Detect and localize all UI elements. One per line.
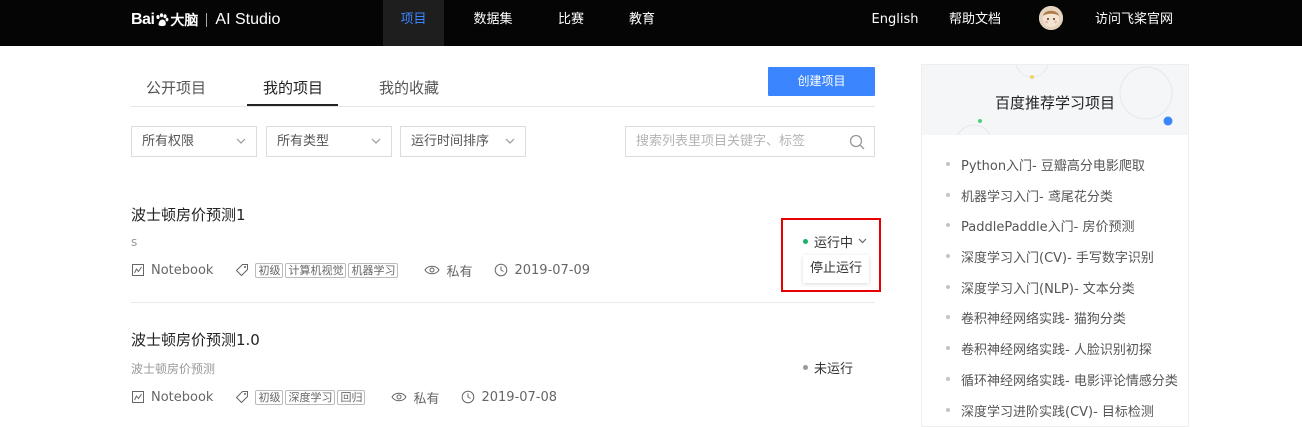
- recommended-project-item[interactable]: 深度学习入门(NLP)- 文本分类: [946, 278, 1178, 309]
- project-visibility: 私有: [413, 391, 440, 407]
- recommended-project-item[interactable]: 深度学习入门(CV)- 手写数字识别: [946, 247, 1178, 278]
- eye-icon: [424, 263, 441, 277]
- recommended-project-label: 深度学习进阶实践(CV)- 目标检测: [961, 404, 1154, 420]
- recommended-project-item[interactable]: 卷积神经网络实践- 猫狗分类: [946, 308, 1178, 339]
- chevron-down-icon: [371, 127, 381, 167]
- logo-dana-text: 大脑: [170, 13, 199, 29]
- recommended-panel-title: 百度推荐学习项目: [994, 94, 1115, 112]
- nav-english-link[interactable]: English: [868, 0, 922, 46]
- tabs-divider: [131, 106, 875, 107]
- bullet-dot: [946, 284, 950, 289]
- type-filter-select[interactable]: 所有类型: [266, 126, 392, 157]
- logo-separator: [206, 13, 208, 27]
- project-search-input[interactable]: [626, 127, 836, 156]
- recommended-project-label: 深度学习入门(NLP)- 文本分类: [961, 281, 1135, 297]
- top-navbar: Bai 大脑 AI Studio 项目 数据集 比赛 教育 English 帮助…: [0, 0, 1302, 46]
- bullet-dot: [946, 162, 950, 166]
- user-avatar[interactable]: [1039, 6, 1063, 30]
- project-tag: 初级: [255, 262, 284, 278]
- project-tag: 回归: [337, 389, 366, 405]
- recommended-project-item[interactable]: 机器学习入门- 鸢尾花分类: [946, 186, 1178, 217]
- project-tag: 深度学习: [285, 389, 336, 405]
- recommended-project-label: Python入门- 豆瓣高分电影爬取: [961, 159, 1145, 174]
- project-search-box: [625, 126, 875, 157]
- project-date: 2019-07-08: [481, 389, 558, 405]
- project-tag: 初级: [255, 389, 284, 405]
- search-icon[interactable]: [849, 134, 865, 154]
- bullet-dot: [946, 315, 950, 320]
- recommended-project-label: 循环神经网络实践- 电影评论情感分类: [961, 373, 1178, 389]
- tag-icon: [235, 390, 249, 404]
- logo-bai-text: Bai: [131, 11, 155, 28]
- active-tab-indicator: [247, 104, 338, 106]
- recommended-project-item[interactable]: 循环神经网络实践- 电影评论情感分类: [946, 370, 1178, 401]
- recommended-projects-panel: 百度推荐学习项目 Python入门- 豆瓣高分电影爬取 机器学习入门- 鸢尾花分…: [921, 64, 1189, 427]
- tab-public-projects[interactable]: 公开项目: [146, 77, 206, 98]
- recommended-panel-header: 百度推荐学习项目: [922, 65, 1188, 135]
- nav-item-competitions[interactable]: 比赛: [548, 0, 594, 46]
- notebook-icon: [131, 263, 145, 277]
- clock-icon: [494, 263, 508, 277]
- create-project-button[interactable]: 创建项目: [768, 67, 875, 96]
- project-date: 2019-07-09: [514, 262, 591, 278]
- chevron-down-icon: [236, 127, 246, 167]
- recommended-project-label: 深度学习入门(CV)- 手写数字识别: [961, 251, 1154, 267]
- nav-help-docs-link[interactable]: 帮助文档: [944, 0, 1006, 46]
- project-tag: 机器学习: [348, 262, 399, 278]
- logo-ai-studio-text: AI Studio: [215, 11, 281, 28]
- permission-filter-select[interactable]: 所有权限: [131, 126, 257, 157]
- recommended-project-list: Python入门- 豆瓣高分电影爬取 机器学习入门- 鸢尾花分类 PaddleP…: [946, 155, 1178, 427]
- recommended-project-item[interactable]: 卷积神经网络实践- 人脸识别初探: [946, 339, 1178, 370]
- recommended-project-label: 卷积神经网络实践- 人脸识别初探: [961, 343, 1152, 359]
- recommended-project-item[interactable]: Python入门- 豆瓣高分电影爬取: [946, 155, 1178, 186]
- project-env: Notebook: [151, 389, 214, 405]
- bullet-dot: [946, 192, 950, 197]
- project-divider: [131, 302, 875, 303]
- bullet-dot: [946, 376, 950, 381]
- nav-item-projects[interactable]: 项目: [383, 0, 444, 46]
- bullet-dot: [946, 407, 950, 412]
- chevron-down-icon: [505, 127, 515, 167]
- permission-filter-value: 所有权限: [142, 134, 195, 149]
- eye-icon: [391, 390, 408, 404]
- nav-item-education[interactable]: 教育: [619, 0, 665, 46]
- recommended-project-label: 卷积神经网络实践- 猫狗分类: [961, 312, 1126, 328]
- project-description: s: [131, 235, 138, 249]
- project-description: 波士顿房价预测: [131, 362, 216, 376]
- sort-select[interactable]: 运行时间排序: [400, 126, 526, 157]
- project-env: Notebook: [151, 262, 214, 278]
- type-filter-value: 所有类型: [277, 134, 330, 149]
- notebook-icon: [131, 390, 145, 404]
- tab-my-projects[interactable]: 我的项目: [263, 77, 323, 98]
- recommended-project-label: PaddlePaddle入门- 房价预测: [961, 220, 1135, 236]
- project-title[interactable]: 波士顿房价预测1: [131, 204, 246, 225]
- bullet-dot: [946, 254, 950, 259]
- nav-visit-paddle-link[interactable]: 访问飞桨官网: [1091, 0, 1177, 46]
- tag-icon: [235, 263, 249, 277]
- project-title[interactable]: 波士顿房价预测1.0: [131, 329, 260, 350]
- bullet-dot: [946, 346, 950, 351]
- baidu-ai-studio-logo[interactable]: Bai 大脑 AI Studio: [131, 10, 280, 30]
- clock-icon: [461, 390, 475, 404]
- project-meta: Notebook 初级 计算机视觉 机器学习 私有 2019-07-09: [131, 261, 591, 280]
- recommended-project-item[interactable]: PaddlePaddle入门- 房价预测: [946, 216, 1178, 247]
- project-tag: 计算机视觉: [285, 262, 347, 278]
- project-visibility: 私有: [446, 264, 473, 280]
- baidu-paw-icon: [155, 13, 169, 27]
- recommended-project-label: 机器学习入门- 鸢尾花分类: [961, 189, 1113, 205]
- project-meta: Notebook 初级 深度学习 回归 私有 2019-07-08: [131, 388, 558, 407]
- sort-value: 运行时间排序: [411, 134, 490, 149]
- status-stopped-dot: [803, 365, 808, 370]
- tab-my-favorites[interactable]: 我的收藏: [379, 77, 439, 98]
- project-status-label: 未运行: [814, 362, 854, 377]
- bullet-dot: [946, 223, 950, 228]
- recommended-project-item[interactable]: 深度学习进阶实践(CV)- 目标检测: [946, 401, 1178, 427]
- highlight-box: [781, 218, 881, 292]
- project-status: 未运行: [803, 358, 853, 377]
- nav-item-datasets[interactable]: 数据集: [463, 0, 523, 46]
